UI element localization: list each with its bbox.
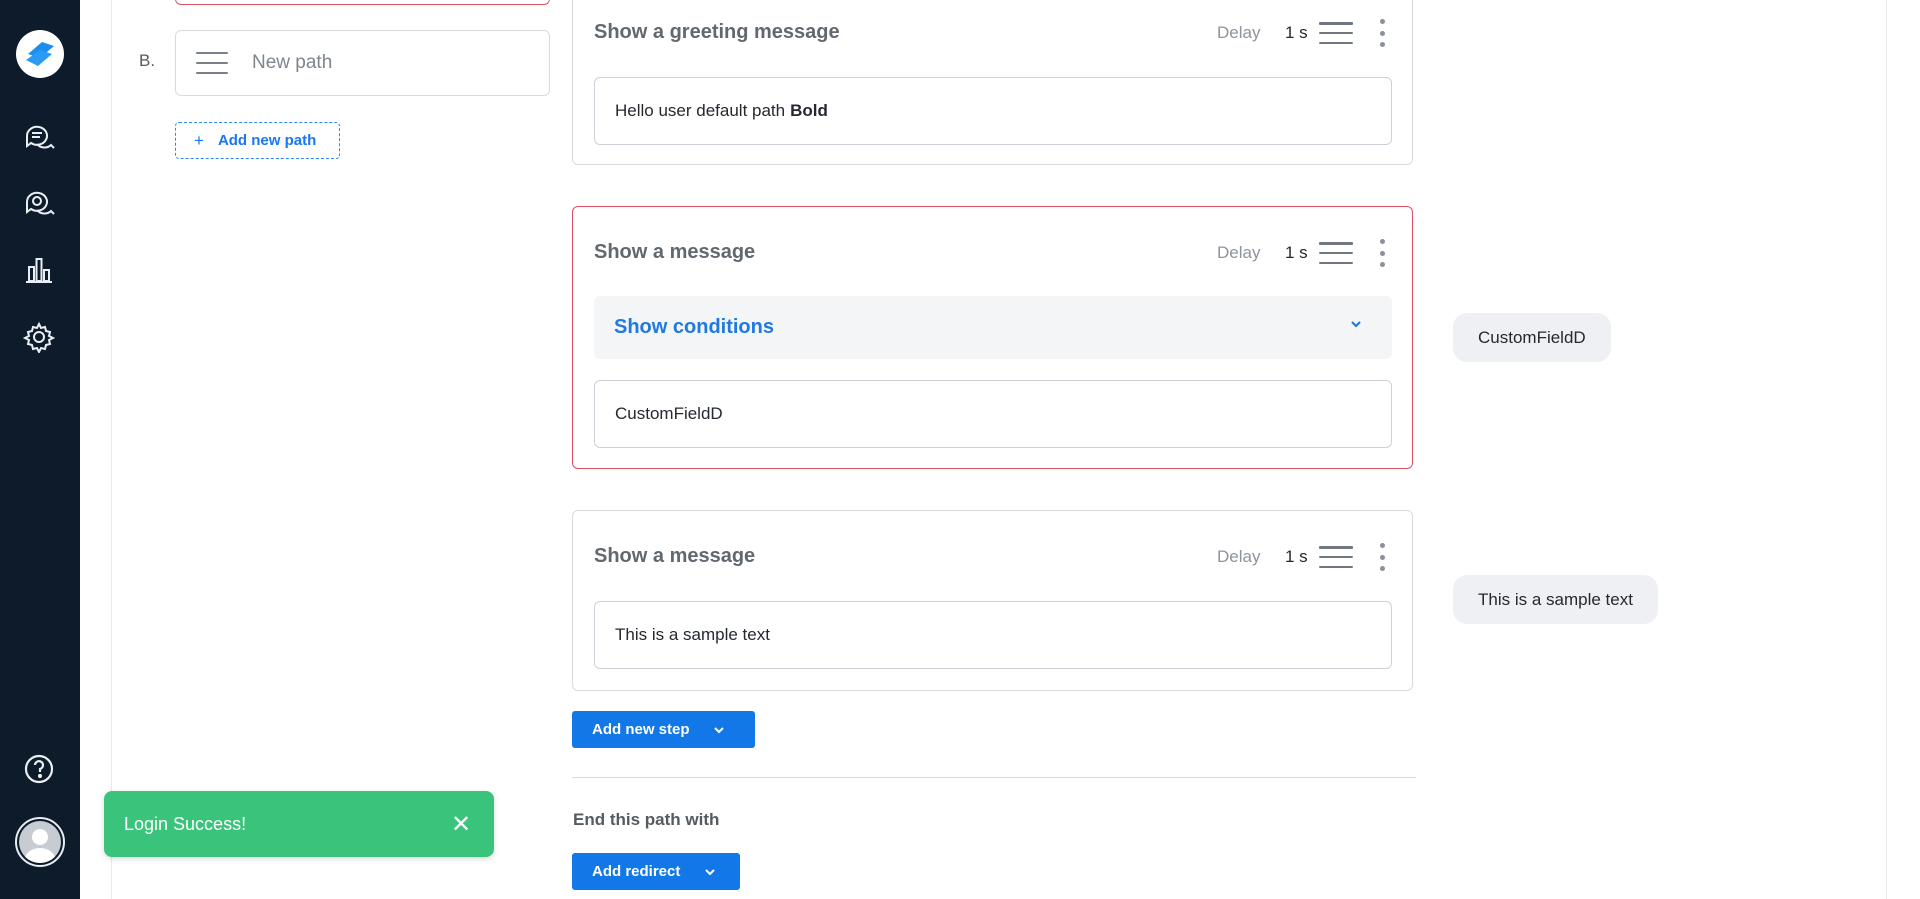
drag-handle-icon[interactable] <box>1319 22 1353 44</box>
step-card-message-conditions: Show a message Delay 1 s Show conditions… <box>572 206 1413 469</box>
add-new-path-label: Add new path <box>217 132 317 149</box>
toast-message: Login Success! <box>124 813 247 834</box>
message-input[interactable]: Hello user default path Bold <box>594 77 1392 145</box>
delay-value[interactable]: 1 s <box>1285 23 1308 43</box>
close-icon[interactable]: ✕ <box>448 811 474 838</box>
add-new-path-button[interactable]: + Add new path <box>175 122 340 159</box>
app-logo-icon[interactable] <box>16 30 64 78</box>
settings-icon[interactable] <box>22 320 56 354</box>
preview-bubble: CustomFieldD <box>1453 313 1611 362</box>
path-label: New path <box>252 52 333 73</box>
add-new-step-label: Add new step <box>592 721 690 738</box>
add-new-step-button[interactable]: Add new step <box>572 711 755 748</box>
message-text: Hello user default path <box>615 101 786 120</box>
delay-label: Delay <box>1217 547 1261 566</box>
panel-divider <box>111 0 112 899</box>
chevron-down-icon <box>1351 321 1361 328</box>
more-options-icon[interactable] <box>1379 239 1385 267</box>
show-conditions-label: Show conditions <box>614 316 774 338</box>
plus-icon: + <box>194 130 204 150</box>
delay-label: Delay <box>1217 243 1261 262</box>
drag-handle-icon[interactable] <box>1319 546 1353 568</box>
delay-label: Delay <box>1217 23 1261 42</box>
bot-chat-icon[interactable] <box>22 187 56 221</box>
delay-value[interactable]: 1 s <box>1285 547 1308 567</box>
step-title: Show a greeting message <box>594 21 840 43</box>
step-title: Show a message <box>594 241 756 263</box>
toast-notification: Login Success! ✕ <box>104 791 494 857</box>
step-card-message: Show a message Delay 1 s This is a sampl… <box>572 510 1413 691</box>
message-input[interactable]: This is a sample text <box>594 601 1392 669</box>
more-options-icon[interactable] <box>1379 543 1385 571</box>
conversations-icon[interactable] <box>22 121 56 155</box>
analytics-icon[interactable] <box>22 253 56 287</box>
path-card-new-path[interactable]: New path <box>175 30 550 96</box>
add-redirect-button[interactable]: Add redirect <box>572 853 740 890</box>
step-title: Show a message <box>594 545 756 567</box>
help-icon[interactable] <box>22 752 56 786</box>
drag-handle-icon[interactable] <box>196 52 228 74</box>
show-conditions-toggle[interactable]: Show conditions <box>594 296 1392 359</box>
delay-value[interactable]: 1 s <box>1285 243 1308 263</box>
message-bold-text: Bold <box>790 101 828 120</box>
chevron-down-icon <box>705 869 715 876</box>
message-text: This is a sample text <box>615 625 770 644</box>
path-letter: B. <box>139 51 156 70</box>
preview-bubble: This is a sample text <box>1453 575 1658 624</box>
message-text: CustomFieldD <box>615 404 723 423</box>
panel-divider <box>1886 0 1887 899</box>
path-card-error-edge <box>175 0 550 5</box>
step-card-greeting: Show a greeting message Delay 1 s Hello … <box>572 0 1413 165</box>
divider <box>572 777 1416 778</box>
message-input[interactable]: CustomFieldD <box>594 380 1392 448</box>
sidebar <box>0 0 80 899</box>
drag-handle-icon[interactable] <box>1319 242 1353 264</box>
add-redirect-label: Add redirect <box>592 863 681 880</box>
more-options-icon[interactable] <box>1379 19 1385 47</box>
avatar-icon[interactable] <box>15 817 65 867</box>
chevron-down-icon <box>714 727 724 734</box>
end-path-label: End this path with <box>573 810 720 829</box>
